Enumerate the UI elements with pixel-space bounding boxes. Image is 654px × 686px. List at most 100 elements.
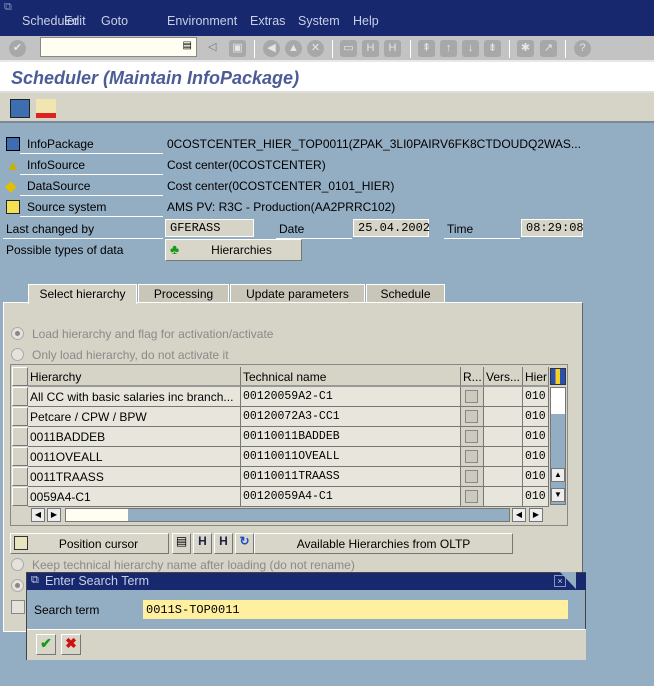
infosource-value: Cost center(0COSTCENTER) — [167, 158, 326, 172]
radio-rename[interactable] — [11, 579, 24, 592]
select-all-cell[interactable] — [12, 367, 28, 386]
dialog-title: Enter Search Term — [45, 574, 149, 588]
cancel-icon[interactable]: ✕ — [307, 40, 324, 57]
menu-extras[interactable]: Extras — [250, 14, 285, 28]
table-cell — [484, 447, 523, 467]
tab-update-parameters[interactable]: Update parameters — [230, 284, 365, 303]
row-selector[interactable] — [12, 407, 28, 426]
menu-help[interactable]: Help — [353, 14, 379, 28]
column-header[interactable]: Hierarchy — [28, 367, 241, 387]
save-icon[interactable]: ▣ — [229, 40, 246, 57]
tab-select-hierarchy[interactable]: Select hierarchy — [28, 284, 137, 304]
menu-goto[interactable]: Goto — [101, 14, 128, 28]
scroll-right-icon[interactable]: ▶ — [529, 508, 543, 522]
infosource-icon: ▲ — [6, 157, 20, 173]
exit-icon[interactable]: ▲ — [285, 40, 302, 57]
row-checkbox[interactable] — [465, 390, 478, 403]
menu-environment[interactable]: Environment — [167, 14, 237, 28]
field-underline — [20, 153, 163, 154]
collapse-icon[interactable]: ◁ — [208, 40, 216, 53]
row-checkbox[interactable] — [465, 430, 478, 443]
scroll-up-icon[interactable]: ▲ — [551, 468, 565, 482]
horizontal-scroll-thumb[interactable] — [66, 509, 128, 521]
table-cell: 00110011TRAASS — [241, 467, 461, 487]
field-underline — [3, 238, 163, 239]
first-page-icon[interactable]: ⇞ — [418, 40, 435, 57]
tab-schedule[interactable]: Schedule — [366, 284, 445, 303]
vertical-scroll-thumb[interactable] — [551, 388, 565, 414]
column-config-icon[interactable] — [550, 368, 566, 385]
row-checkbox[interactable] — [465, 490, 478, 503]
table-cell: 00110011BADDEB — [241, 427, 461, 447]
menu-system[interactable]: System — [298, 14, 340, 28]
radio-load-activate[interactable] — [11, 327, 24, 340]
date-value: 25.04.2002 — [353, 219, 430, 237]
prev-page-icon[interactable]: ↑ — [440, 40, 457, 57]
scroll-right-icon[interactable]: ▶ — [47, 508, 61, 522]
table-cell: 010 — [523, 427, 549, 447]
table-cell: Petcare / CPW / BPW — [28, 407, 241, 427]
dialog-corner-cut — [560, 572, 576, 589]
checkbox[interactable] — [11, 600, 25, 614]
possible-types-label: Possible types of data — [6, 243, 124, 257]
scroll-down-icon[interactable]: ▼ — [551, 488, 565, 502]
row-checkbox[interactable] — [465, 470, 478, 483]
command-field[interactable]: ▤ — [40, 37, 197, 57]
transport-icon[interactable] — [36, 99, 56, 118]
toolbar-separator — [410, 40, 411, 58]
title-bar: Scheduler (Maintain InfoPackage) — [0, 62, 654, 93]
scroll-left-icon[interactable]: ◀ — [512, 508, 526, 522]
table-cell: 00110011OVEALL — [241, 447, 461, 467]
tab-label: Processing — [153, 287, 214, 301]
tab-processing[interactable]: Processing — [138, 284, 229, 303]
enter-icon[interactable]: ✔ — [9, 40, 26, 57]
checkbox-cell — [461, 407, 484, 427]
column-header[interactable]: Hier — [523, 367, 549, 387]
radio-keep-name[interactable] — [11, 558, 24, 571]
create-session-icon[interactable]: ✱ — [517, 40, 534, 57]
find-next-icon[interactable]: H — [214, 533, 233, 554]
refresh-icon[interactable]: ↻ — [235, 533, 254, 554]
toolbar-separator — [509, 40, 510, 58]
table-cell: 0011TRAASS — [28, 467, 241, 487]
search-term-input[interactable] — [143, 600, 568, 619]
details-icon[interactable]: ▤ — [172, 533, 191, 554]
available-hierarchies-button[interactable]: Available Hierarchies from OLTP — [254, 533, 513, 554]
column-header[interactable]: R... — [461, 367, 484, 387]
print-icon[interactable]: ▭ — [340, 40, 357, 57]
monitor-icon[interactable] — [10, 99, 30, 118]
table-cell: 00120059A4-C1 — [241, 487, 461, 507]
horizontal-scrollbar[interactable] — [65, 508, 510, 522]
column-header[interactable]: Technical name — [241, 367, 461, 387]
infosource-label: InfoSource — [27, 158, 86, 172]
find-next-icon[interactable]: H — [384, 40, 401, 57]
column-header[interactable]: Vers... — [484, 367, 523, 387]
row-checkbox[interactable] — [465, 450, 478, 463]
position-cursor-button[interactable]: Position cursor — [10, 533, 169, 554]
row-selector[interactable] — [12, 427, 28, 446]
find-icon[interactable]: H — [362, 40, 379, 57]
table-cell — [484, 407, 523, 427]
row-selector[interactable] — [12, 467, 28, 486]
last-page-icon[interactable]: ⇟ — [484, 40, 501, 57]
shortcut-icon[interactable]: ↗ — [540, 40, 557, 57]
back-icon[interactable]: ◀ — [263, 40, 280, 57]
scroll-left-icon[interactable]: ◀ — [31, 508, 45, 522]
row-selector[interactable] — [12, 487, 28, 506]
help-icon[interactable]: ? — [574, 40, 591, 57]
hierarchies-button[interactable]: ♣ Hierarchies — [165, 239, 302, 261]
cancel-x-icon[interactable]: ✖ — [61, 634, 81, 655]
next-page-icon[interactable]: ↓ — [462, 40, 479, 57]
standard-toolbar: ✔ ▤ ◁ ▣ ◀ ▲ ✕ ▭ H H ⇞ ↑ ↓ ⇟ ✱ ↗ ? — [0, 36, 654, 62]
confirm-check-icon[interactable]: ✔ — [36, 634, 56, 655]
window-menu-icon[interactable]: ⧉ — [31, 574, 39, 587]
table-cell: 00120059A2-C1 — [241, 387, 461, 407]
row-selector[interactable] — [12, 387, 28, 406]
menu-edit[interactable]: Edit — [64, 14, 86, 28]
row-selector[interactable] — [12, 447, 28, 466]
dropdown-icon[interactable]: ▤ — [183, 40, 192, 51]
find-icon[interactable]: H — [193, 533, 212, 554]
radio-load-only[interactable] — [11, 348, 24, 361]
row-checkbox[interactable] — [465, 410, 478, 423]
window-menu-icon[interactable]: ⧉ — [4, 1, 12, 14]
